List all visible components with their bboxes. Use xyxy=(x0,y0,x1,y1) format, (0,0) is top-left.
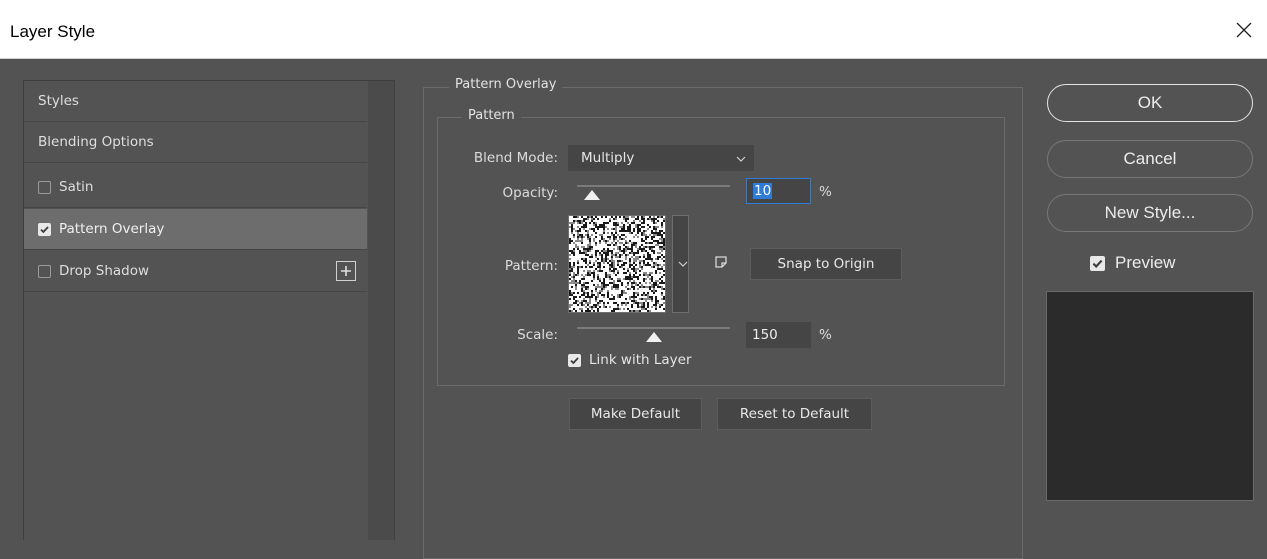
styles-scrollbar[interactable] xyxy=(368,81,394,540)
chevron-down-icon xyxy=(678,261,688,267)
style-item-label: Drop Shadow xyxy=(59,263,150,279)
blend-mode-label: Blend Mode: xyxy=(473,150,558,166)
dialog-title: Layer Style xyxy=(10,22,96,41)
new-preset-icon xyxy=(715,256,727,268)
new-preset-button[interactable] xyxy=(713,254,733,274)
satin-checkbox[interactable] xyxy=(38,180,51,194)
style-item-styles[interactable]: Styles xyxy=(24,81,367,122)
plus-icon xyxy=(341,266,351,276)
ok-button[interactable]: OK xyxy=(1047,84,1253,122)
style-item-label: Styles xyxy=(38,93,79,109)
style-item-pattern-overlay[interactable]: Pattern Overlay xyxy=(24,209,367,250)
snap-to-origin-button[interactable]: Snap to Origin xyxy=(750,248,902,280)
style-item-blending-options[interactable]: Blending Options xyxy=(24,122,367,163)
opacity-value: 10 xyxy=(753,183,773,199)
preview-toggle[interactable]: Preview xyxy=(1090,253,1175,273)
scale-label: Scale: xyxy=(517,327,558,343)
opacity-percent-sign: % xyxy=(819,184,832,200)
pattern-overlay-group-title: Pattern Overlay xyxy=(449,77,563,92)
add-effect-button[interactable] xyxy=(336,261,356,281)
reset-to-default-button[interactable]: Reset to Default xyxy=(717,398,872,430)
close-button[interactable] xyxy=(1229,16,1259,44)
opacity-label: Opacity: xyxy=(502,185,559,201)
style-item-drop-shadow[interactable]: Drop Shadow xyxy=(24,251,367,292)
new-style-button[interactable]: New Style... xyxy=(1047,194,1253,232)
scale-slider-track[interactable] xyxy=(577,327,730,329)
opacity-input[interactable]: 10 xyxy=(746,178,811,204)
opacity-slider-track[interactable] xyxy=(577,185,730,187)
cancel-button[interactable]: Cancel xyxy=(1047,140,1253,178)
make-default-button[interactable]: Make Default xyxy=(569,398,702,430)
blend-mode-value: Multiply xyxy=(581,150,635,166)
close-icon xyxy=(1236,22,1252,38)
drop-shadow-checkbox[interactable] xyxy=(38,264,51,278)
noise-pattern-image xyxy=(569,216,665,312)
checkmark-icon xyxy=(40,225,49,233)
style-item-label: Blending Options xyxy=(38,134,154,150)
link-with-layer-row[interactable]: Link with Layer xyxy=(568,352,692,368)
preview-label: Preview xyxy=(1115,253,1176,272)
checkmark-icon xyxy=(1092,259,1103,268)
style-preview-thumbnail xyxy=(1046,291,1254,501)
style-item-label: Pattern Overlay xyxy=(59,221,165,237)
chevron-down-icon xyxy=(736,156,746,162)
pattern-swatch[interactable] xyxy=(568,215,666,313)
blend-mode-select[interactable]: Multiply xyxy=(568,145,754,171)
title-bar: Layer Style xyxy=(0,0,1267,59)
link-with-layer-checkbox[interactable] xyxy=(568,353,581,367)
preview-checkbox[interactable] xyxy=(1090,255,1105,271)
opacity-slider-thumb[interactable] xyxy=(584,190,601,200)
scale-percent-sign: % xyxy=(819,327,832,343)
style-item-satin[interactable]: Satin xyxy=(24,167,367,208)
pattern-label: Pattern: xyxy=(504,258,558,274)
pattern-overlay-checkbox[interactable] xyxy=(38,222,51,236)
style-item-label: Satin xyxy=(59,179,94,195)
link-with-layer-label: Link with Layer xyxy=(589,352,692,368)
checkmark-icon xyxy=(570,356,579,364)
styles-list: Styles Blending Options Satin Pattern Ov… xyxy=(23,80,395,540)
scale-slider-thumb[interactable] xyxy=(645,332,662,342)
pattern-subgroup-title: Pattern xyxy=(462,108,521,123)
scale-value: 150 xyxy=(752,327,778,343)
scale-input[interactable]: 150 xyxy=(746,322,811,348)
